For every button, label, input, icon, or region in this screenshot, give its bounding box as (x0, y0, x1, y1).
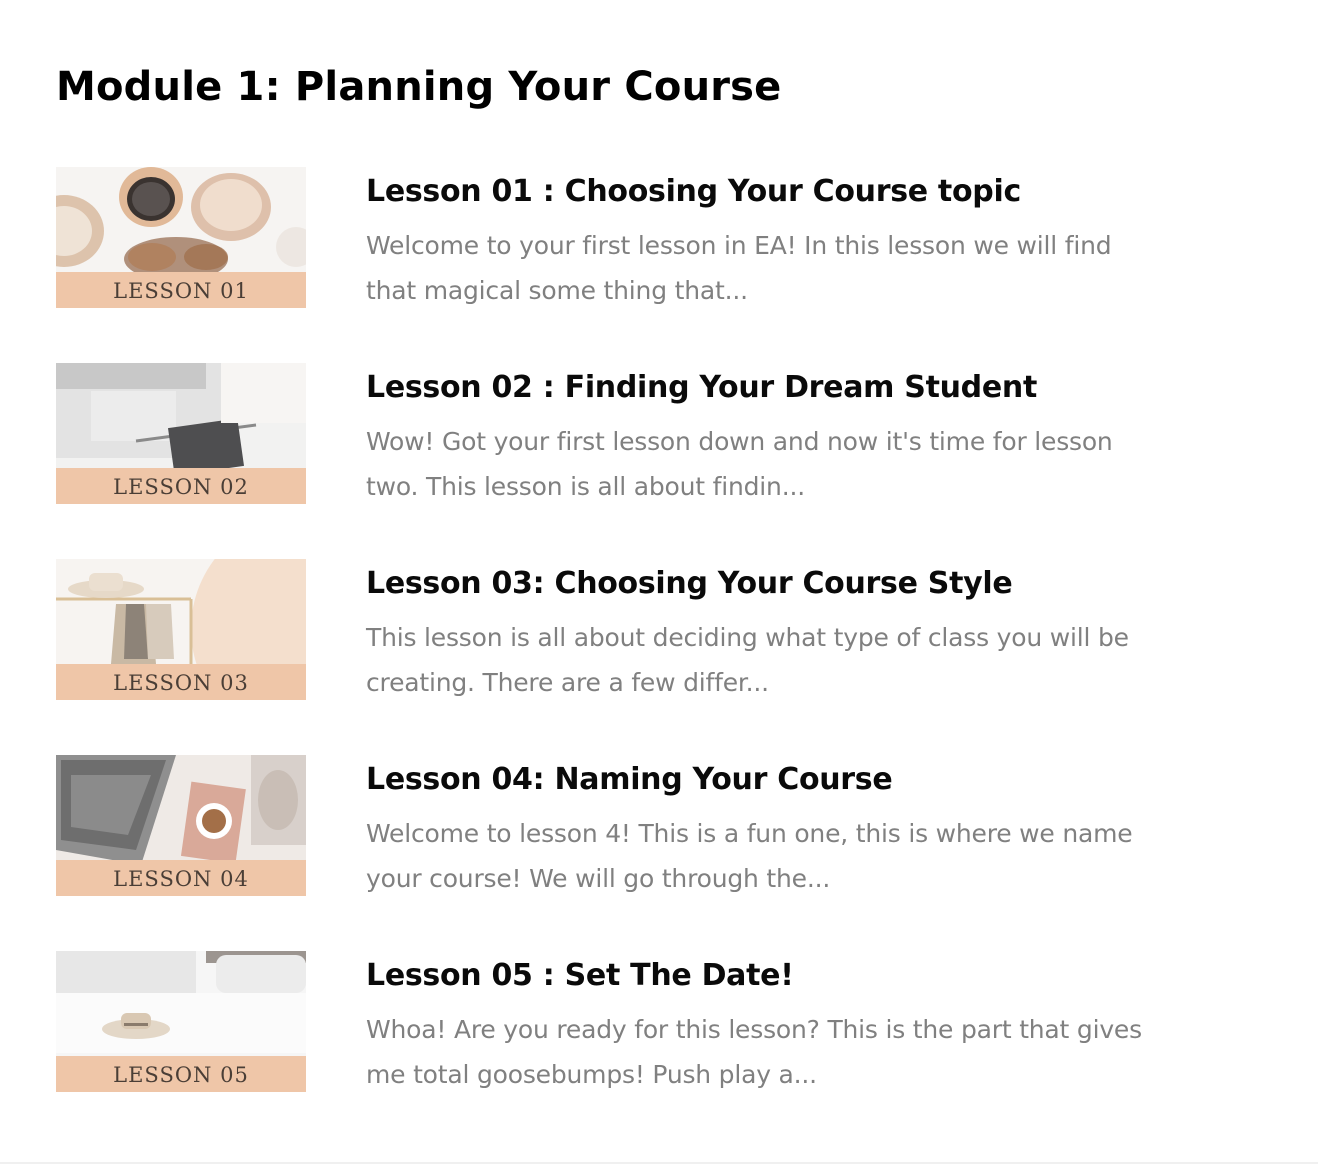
lesson-item-01[interactable]: LESSON 01 Lesson 01 : Choosing Your Cour… (56, 167, 1176, 363)
lesson-thumbnail-label: LESSON 02 (56, 468, 306, 504)
lesson-thumbnail-label: LESSON 05 (56, 1056, 306, 1092)
lesson-title[interactable]: Lesson 01 : Choosing Your Course topic (366, 167, 1166, 217)
lesson-title[interactable]: Lesson 04: Naming Your Course (366, 755, 1166, 805)
lesson-thumbnail-label: LESSON 03 (56, 664, 306, 700)
lesson-text: Lesson 01 : Choosing Your Course topic W… (366, 167, 1166, 313)
lesson-title[interactable]: Lesson 03: Choosing Your Course Style (366, 559, 1166, 609)
bottom-divider (0, 1162, 1318, 1164)
lesson-thumbnail-label: LESSON 01 (56, 272, 306, 308)
lesson-text: Lesson 02 : Finding Your Dream Student W… (366, 363, 1166, 509)
lesson-list: LESSON 01 Lesson 01 : Choosing Your Cour… (56, 167, 1176, 1147)
lesson-thumbnail-label: LESSON 04 (56, 860, 306, 896)
lesson-thumbnail[interactable]: LESSON 05 (56, 951, 306, 1092)
lesson-text: Lesson 05 : Set The Date! Whoa! Are you … (366, 951, 1166, 1097)
lesson-thumbnail[interactable]: LESSON 02 (56, 363, 306, 504)
lesson-item-03[interactable]: LESSON 03 Lesson 03: Choosing Your Cours… (56, 559, 1176, 755)
lesson-description: Wow! Got your first lesson down and now … (366, 427, 1113, 501)
lesson-thumbnail[interactable]: LESSON 03 (56, 559, 306, 700)
lesson-item-04[interactable]: LESSON 04 Lesson 04: Naming Your Course … (56, 755, 1176, 951)
lesson-description: This lesson is all about deciding what t… (366, 623, 1129, 697)
lesson-title[interactable]: Lesson 02 : Finding Your Dream Student (366, 363, 1166, 413)
lesson-item-05[interactable]: LESSON 05 Lesson 05 : Set The Date! Whoa… (56, 951, 1176, 1147)
lesson-description: Welcome to lesson 4! This is a fun one, … (366, 819, 1133, 893)
lesson-thumbnail[interactable]: LESSON 04 (56, 755, 306, 896)
module-title: Module 1: Planning Your Course (56, 64, 782, 110)
lesson-text: Lesson 03: Choosing Your Course Style Th… (366, 559, 1166, 705)
lesson-text: Lesson 04: Naming Your Course Welcome to… (366, 755, 1166, 901)
lesson-item-02[interactable]: LESSON 02 Lesson 02 : Finding Your Dream… (56, 363, 1176, 559)
lesson-description: Welcome to your first lesson in EA! In t… (366, 231, 1112, 305)
lesson-description: Whoa! Are you ready for this lesson? Thi… (366, 1015, 1142, 1089)
lesson-title[interactable]: Lesson 05 : Set The Date! (366, 951, 1166, 1001)
lesson-thumbnail[interactable]: LESSON 01 (56, 167, 306, 308)
